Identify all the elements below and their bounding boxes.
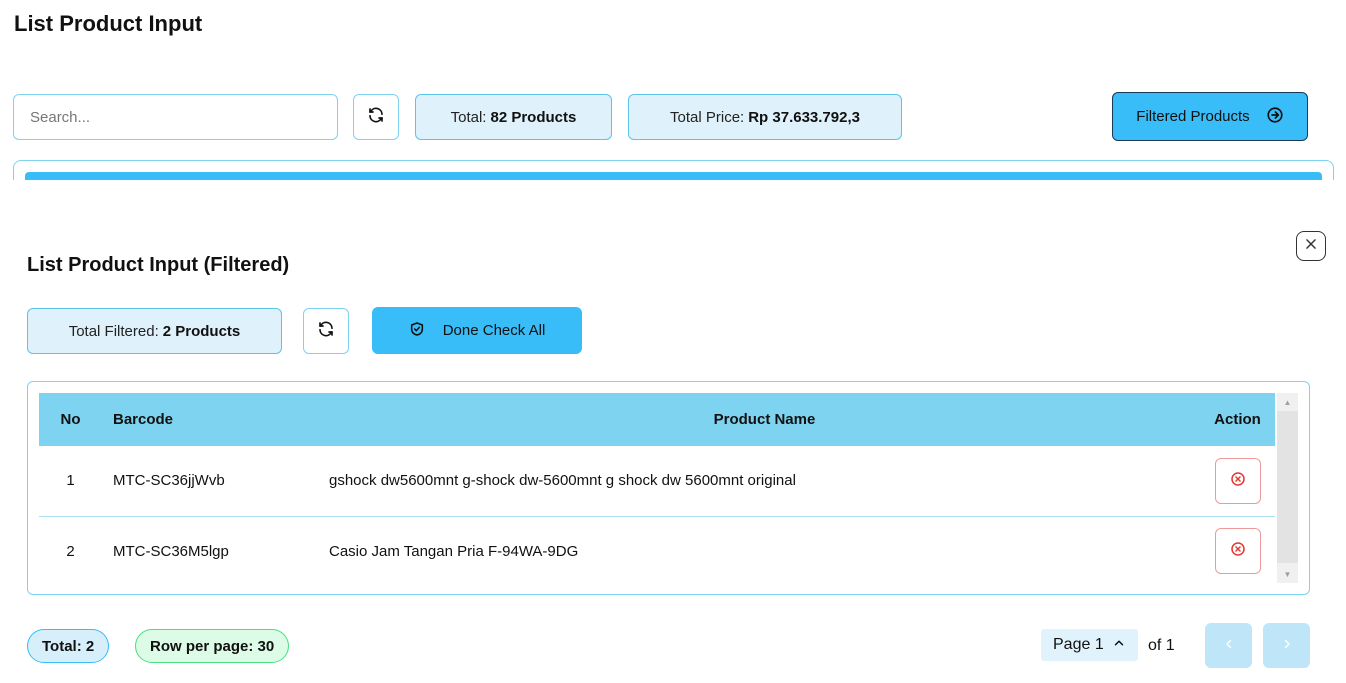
cell-product-name: Casio Jam Tangan Pria F-94WA-9DG <box>329 542 579 560</box>
chevron-left-icon <box>1223 637 1235 655</box>
modal-refresh-button[interactable] <box>303 308 349 354</box>
total-value: 82 Products <box>490 108 577 126</box>
page-select[interactable]: Page 1 <box>1041 629 1138 661</box>
close-modal-button[interactable] <box>1296 231 1326 261</box>
page-select-label: Page 1 <box>1053 636 1104 653</box>
remove-row-button[interactable] <box>1214 528 1261 575</box>
total-price-badge: Total Price: Rp 37.633.792,3 <box>628 94 902 140</box>
total-filtered-label: Total Filtered: <box>68 322 159 340</box>
header-no: No <box>60 411 81 428</box>
table-header-row: No Barcode Product Name Action <box>39 393 1275 446</box>
filtered-table-container: No Barcode Product Name Action 1 MTC-SC3… <box>27 381 1310 595</box>
rows-per-page-pill: Row per page: 30 <box>135 629 290 663</box>
search-input[interactable] <box>13 94 338 140</box>
next-page-button[interactable] <box>1263 623 1310 668</box>
page-title: List Product Input <box>14 11 203 36</box>
total-price-value: Rp 37.633.792,3 <box>748 108 860 126</box>
scroll-down-arrow-icon[interactable]: ▼ <box>1277 565 1298 583</box>
chevron-right-icon <box>1281 637 1293 655</box>
refresh-button[interactable] <box>353 94 399 140</box>
shield-check-icon <box>409 321 425 341</box>
total-label: Total: <box>450 108 487 126</box>
refresh-icon <box>367 106 385 129</box>
filtered-products-label: Filtered Products <box>1136 108 1250 125</box>
total-filtered-badge: Total Filtered: 2 Products <box>27 308 282 354</box>
total-filtered-value: 2 Products <box>162 322 241 340</box>
total-price-label: Total Price: <box>670 108 745 126</box>
header-product-name: Product Name <box>713 411 816 428</box>
scroll-up-arrow-icon[interactable]: ▲ <box>1277 393 1298 411</box>
header-action: Action <box>1214 411 1261 428</box>
close-icon <box>1304 237 1318 256</box>
cell-no: 2 <box>66 542 75 560</box>
table-row: 2 MTC-SC36M5lgp Casio Jam Tangan Pria F-… <box>39 516 1275 586</box>
done-check-all-label: Done Check All <box>442 322 546 339</box>
cell-no: 1 <box>66 472 75 490</box>
cell-barcode: MTC-SC36jjWvb <box>113 472 225 490</box>
background-table-header <box>25 172 1322 180</box>
modal-title: List Product Input (Filtered) <box>27 254 290 276</box>
refresh-icon <box>317 320 335 343</box>
cell-action <box>1200 446 1275 516</box>
filtered-products-button[interactable]: Filtered Products <box>1112 92 1308 141</box>
page-total-label: of 1 <box>1148 637 1175 654</box>
table-scrollbar[interactable]: ▲ ▼ <box>1277 393 1298 583</box>
done-check-all-button[interactable]: Done Check All <box>372 307 582 354</box>
filtered-products-table: No Barcode Product Name Action 1 MTC-SC3… <box>39 393 1275 586</box>
table-row: 1 MTC-SC36jjWvb gshock dw5600mnt g-shock… <box>39 446 1275 516</box>
cell-action <box>1200 516 1275 586</box>
remove-row-button[interactable] <box>1214 457 1261 504</box>
header-barcode: Barcode <box>113 411 174 428</box>
total-products-badge: Total: 82 Products <box>415 94 612 140</box>
scrollbar-thumb[interactable] <box>1277 411 1298 563</box>
chevron-up-icon <box>1112 636 1126 655</box>
x-circle-icon <box>1230 471 1246 491</box>
total-count-pill: Total: 2 <box>27 629 110 663</box>
cell-product-name: gshock dw5600mnt g-shock dw-5600mnt g sh… <box>329 472 796 490</box>
x-circle-icon <box>1230 541 1246 561</box>
cell-barcode: MTC-SC36M5lgp <box>113 542 229 560</box>
prev-page-button[interactable] <box>1205 623 1252 668</box>
arrow-right-circle-icon <box>1266 106 1284 128</box>
